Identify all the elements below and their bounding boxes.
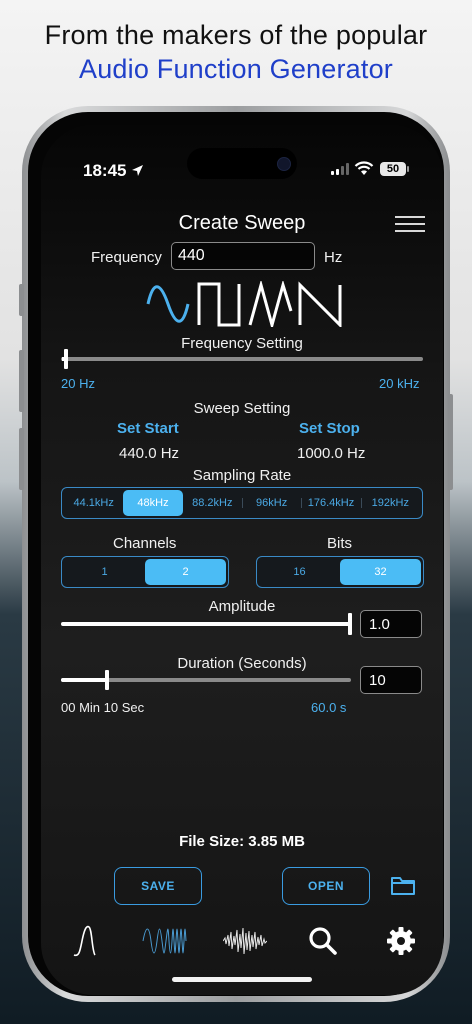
file-size-text: File Size: 3.85 MB [179, 833, 305, 850]
phone-frame: 18:45 50 Create Sweep Frequency 440 Hz F… [19, 106, 453, 1002]
amplitude-slider-thumb[interactable] [348, 613, 352, 635]
channels-label: Channels [113, 535, 177, 552]
frequency-setting-label: Frequency Setting [181, 335, 303, 352]
status-time-text: 18:45 [83, 161, 127, 180]
wifi-icon [354, 161, 374, 175]
sampling-rate-option[interactable]: 44.1kHz [64, 490, 123, 516]
action-button [19, 284, 24, 316]
folder-icon[interactable] [390, 874, 416, 896]
cellular-signal-icon [331, 163, 349, 175]
bits-option[interactable]: 16 [259, 559, 340, 585]
sweep-start-value: 440.0 Hz [119, 445, 180, 462]
frequency-slider-track[interactable] [61, 357, 423, 361]
set-start-button[interactable]: Set Start [117, 420, 179, 437]
sampling-rate-option[interactable]: 176.4kHz [301, 490, 360, 516]
noise-tab[interactable] [221, 915, 269, 967]
sampling-rate-option[interactable]: 88.2kHz [183, 490, 242, 516]
duration-slider-fill [61, 678, 107, 682]
noise-tab-icon [223, 927, 267, 955]
save-button[interactable]: SAVE [114, 867, 202, 905]
phone-bezel: 18:45 50 Create Sweep Frequency 440 Hz F… [28, 112, 444, 996]
frequency-max-label: 20 kHz [379, 376, 420, 391]
frequency-label: Frequency [91, 249, 162, 266]
sweep-tab-icon [142, 928, 187, 954]
duration-readout: 00 Min 10 Sec [61, 700, 145, 715]
app-screen: 18:45 50 Create Sweep Frequency 440 Hz F… [41, 125, 443, 995]
status-time: 18:45 [83, 161, 144, 181]
bits-option[interactable]: 32 [340, 559, 421, 585]
waveform-tab[interactable] [61, 915, 107, 967]
channels-option[interactable]: 1 [64, 559, 145, 585]
battery-tip [407, 166, 409, 172]
sine-wave-icon[interactable] [145, 281, 191, 327]
frequency-min-label: 20 Hz [61, 376, 95, 391]
front-camera [277, 157, 291, 171]
sampling-rate-option[interactable]: 192kHz [360, 490, 420, 516]
frequency-unit: Hz [324, 249, 343, 266]
open-button[interactable]: OPEN [282, 867, 370, 905]
frequency-input[interactable] [171, 242, 315, 270]
volume-up-button [19, 350, 24, 412]
amplitude-slider-track[interactable] [61, 622, 351, 626]
set-stop-button[interactable]: Set Stop [299, 420, 360, 437]
bits-segmented-control: 16 32 [256, 556, 424, 588]
sampling-rate-segmented-control: 44.1kHz 48kHz 88.2kHz 96kHz 176.4kHz 192… [61, 487, 423, 519]
promo-headline: From the makers of the popular [44, 20, 428, 50]
sawtooth-wave-icon[interactable] [297, 281, 343, 327]
sampling-rate-option[interactable]: 96kHz [241, 490, 301, 516]
channels-segmented-control: 1 2 [61, 556, 229, 588]
square-wave-icon[interactable] [196, 281, 242, 327]
waveform-tab-icon [73, 925, 96, 957]
duration-input[interactable] [360, 666, 422, 694]
location-arrow-icon [132, 165, 144, 176]
sampling-rate-option[interactable]: 48kHz [123, 490, 183, 516]
search-tab[interactable] [303, 915, 343, 967]
battery-indicator: 50 [380, 162, 406, 176]
sweep-setting-label: Sweep Setting [193, 400, 291, 417]
volume-down-button [19, 428, 24, 490]
sweep-tab[interactable] [141, 915, 189, 967]
channels-option[interactable]: 2 [145, 559, 226, 585]
home-indicator [172, 977, 312, 982]
triangle-wave-icon[interactable] [247, 281, 293, 327]
frequency-slider-fill [62, 357, 65, 361]
duration-slider-thumb[interactable] [105, 670, 109, 690]
hamburger-menu-icon[interactable] [395, 216, 427, 236]
duration-max-label: 60.0 s [311, 700, 347, 715]
search-icon [309, 927, 337, 955]
screen-title: Create Sweep [178, 212, 306, 234]
power-button [448, 394, 453, 490]
gear-icon [387, 927, 415, 955]
promo-app-name: Audio Function Generator [79, 54, 393, 84]
sweep-stop-value: 1000.0 Hz [297, 445, 366, 462]
bits-label: Bits [327, 535, 353, 552]
amplitude-input[interactable] [360, 610, 422, 638]
sampling-rate-label: Sampling Rate [192, 467, 292, 484]
settings-tab[interactable] [381, 915, 421, 967]
